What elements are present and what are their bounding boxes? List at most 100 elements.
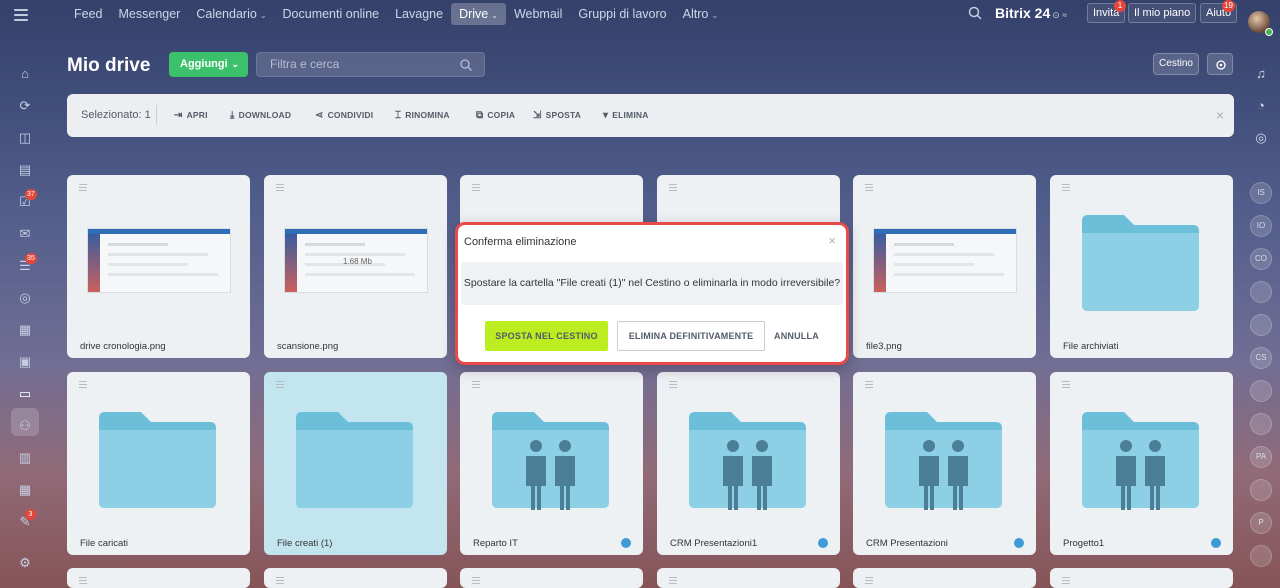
file-card[interactable]: drive cronologia.png (67, 175, 250, 358)
document-icon[interactable]: ▤ (17, 162, 33, 178)
bell-icon[interactable]: ♫ (1250, 64, 1272, 86)
file-card[interactable] (67, 568, 250, 588)
card-menu-icon[interactable] (79, 184, 87, 191)
chat-avatar[interactable] (1250, 545, 1272, 567)
groups-icon[interactable]: ⚇ (17, 418, 33, 434)
chat-avatar[interactable]: PA (1250, 446, 1272, 468)
shared-icon (621, 538, 631, 548)
card-menu-icon[interactable] (276, 381, 284, 388)
my-plan-button[interactable]: Il mio piano (1128, 3, 1197, 23)
file-card[interactable] (460, 568, 643, 588)
chat-avatar[interactable] (1250, 380, 1272, 402)
nav-item-documenti-online[interactable]: Documenti online (275, 3, 388, 25)
chat-avatar[interactable]: P (1250, 512, 1272, 534)
search-input[interactable]: Filtra e cerca (256, 52, 485, 77)
card-menu-icon[interactable] (1062, 381, 1070, 388)
toolbar-sposta-button[interactable]: ⇲ SPOSTA (533, 110, 581, 121)
notes-icon[interactable]: ▣ (17, 354, 33, 370)
pulse-icon[interactable]: ◔ (1250, 96, 1272, 118)
folder-card[interactable]: File creati (1) (264, 372, 447, 555)
nav-item-calendario[interactable]: Calendario ⌄ (188, 3, 274, 25)
card-menu-icon[interactable] (472, 577, 480, 584)
card-menu-icon[interactable] (276, 184, 284, 191)
nav-item-altro[interactable]: Altro ⌄ (675, 3, 726, 25)
move-icon: ⇲ (533, 110, 542, 121)
toolbar-action-label: ELIMINA (612, 110, 649, 120)
folder-card[interactable]: Progetto1 (1050, 372, 1233, 555)
chat-avatar[interactable]: CS (1250, 347, 1272, 369)
card-menu-icon[interactable] (669, 381, 677, 388)
chat-avatar[interactable] (1250, 281, 1272, 303)
folder-card[interactable]: Reparto IT (460, 372, 643, 555)
chat-avatar[interactable] (1250, 314, 1272, 336)
file-card[interactable] (853, 568, 1036, 588)
toolbar-apri-button[interactable]: ⇥ APRI (174, 110, 208, 121)
folder-icon (99, 412, 216, 508)
gear-icon[interactable]: ⚙ (17, 555, 33, 571)
card-menu-icon[interactable] (79, 577, 87, 584)
nav-item-webmail[interactable]: Webmail (506, 3, 570, 25)
card-menu-icon[interactable] (669, 577, 677, 584)
settings-circle-icon[interactable]: ◎ (17, 290, 33, 306)
folder-card[interactable]: CRM Presentazioni (853, 372, 1036, 555)
toolbar-condividi-button[interactable]: ⋖ CONDIVIDI (315, 110, 373, 121)
card-menu-icon[interactable] (865, 184, 873, 191)
trash-button[interactable]: Cestino (1153, 53, 1199, 75)
nav-item-feed[interactable]: Feed (66, 3, 111, 25)
nav-item-label: Lavagne (395, 7, 444, 21)
move-to-trash-button[interactable]: SPOSTA NEL CESTINO (485, 321, 608, 351)
chat-avatar[interactable]: IS (1250, 182, 1272, 204)
chevron-down-icon: ⌄ (259, 11, 267, 20)
card-menu-icon[interactable] (1062, 577, 1070, 584)
search-icon[interactable]: ◎ (1250, 128, 1272, 150)
ai-icon[interactable]: ⟳ (17, 98, 33, 114)
chevron-down-icon: ⌄ (711, 11, 719, 20)
card-menu-icon[interactable] (669, 184, 677, 191)
home-icon[interactable]: ⌂ (17, 66, 33, 82)
folder-card[interactable]: File archiviati (1050, 175, 1233, 358)
file-card[interactable] (657, 568, 840, 588)
chat-avatar[interactable] (1250, 479, 1272, 501)
search-icon[interactable] (968, 6, 982, 20)
card-menu-icon[interactable] (79, 381, 87, 388)
nav-item-drive[interactable]: Drive ⌄ (451, 3, 506, 25)
thumbnail-size: 1.68 Mb (343, 257, 372, 266)
card-menu-icon[interactable] (472, 184, 480, 191)
nav-item-lavagne[interactable]: Lavagne (387, 3, 451, 25)
close-icon[interactable]: × (1216, 107, 1224, 123)
brand-logo[interactable]: Bitrix 24 ⊙ ≈ (995, 5, 1067, 21)
menu-icon[interactable] (14, 9, 28, 21)
card-menu-icon[interactable] (865, 577, 873, 584)
file-card[interactable]: file3.png (853, 175, 1036, 358)
calendar-icon[interactable]: ▦ (17, 322, 33, 338)
folder-card[interactable]: CRM Presentazioni1 (657, 372, 840, 555)
toolbar-download-button[interactable]: ⤓ DOWNLOAD (230, 110, 291, 121)
card-name: file3.png (866, 341, 902, 352)
card-menu-icon[interactable] (865, 381, 873, 388)
cancel-button[interactable]: ANNULLA (774, 321, 819, 351)
card-menu-icon[interactable] (276, 577, 284, 584)
chat-avatar[interactable]: CO (1250, 248, 1272, 270)
board-icon[interactable]: ▥ (17, 450, 33, 466)
settings-button[interactable] (1207, 53, 1233, 75)
file-card[interactable] (1050, 568, 1233, 588)
toolbar-elimina-button[interactable]: ▾ ELIMINA (603, 110, 649, 121)
schedule-icon[interactable]: ▦ (17, 482, 33, 498)
nav-item-messenger[interactable]: Messenger (111, 3, 189, 25)
toolbar-copia-button[interactable]: ⧉ COPIA (476, 110, 515, 121)
close-icon[interactable]: × (828, 233, 836, 248)
chat-avatar[interactable]: IO (1250, 215, 1272, 237)
delete-permanently-button[interactable]: ELIMINA DEFINITIVAMENTE (617, 321, 765, 351)
folder-card[interactable]: File caricati (67, 372, 250, 555)
nav-item-gruppi-di-lavoro[interactable]: Gruppi di lavoro (570, 3, 674, 25)
mail-icon[interactable]: ✉ (17, 226, 33, 242)
card-menu-icon[interactable] (472, 381, 480, 388)
chat-avatar[interactable] (1250, 413, 1272, 435)
drive-icon[interactable]: ▭ (17, 386, 33, 402)
card-menu-icon[interactable] (1062, 184, 1070, 191)
chat-icon[interactable]: ◫ (17, 130, 33, 146)
add-button[interactable]: Aggiungi ⌄ (169, 52, 248, 77)
toolbar-rinomina-button[interactable]: ⌶ RINOMINA (395, 110, 450, 121)
file-card[interactable]: 1.68 Mb scansione.png (264, 175, 447, 358)
file-card[interactable] (264, 568, 447, 588)
